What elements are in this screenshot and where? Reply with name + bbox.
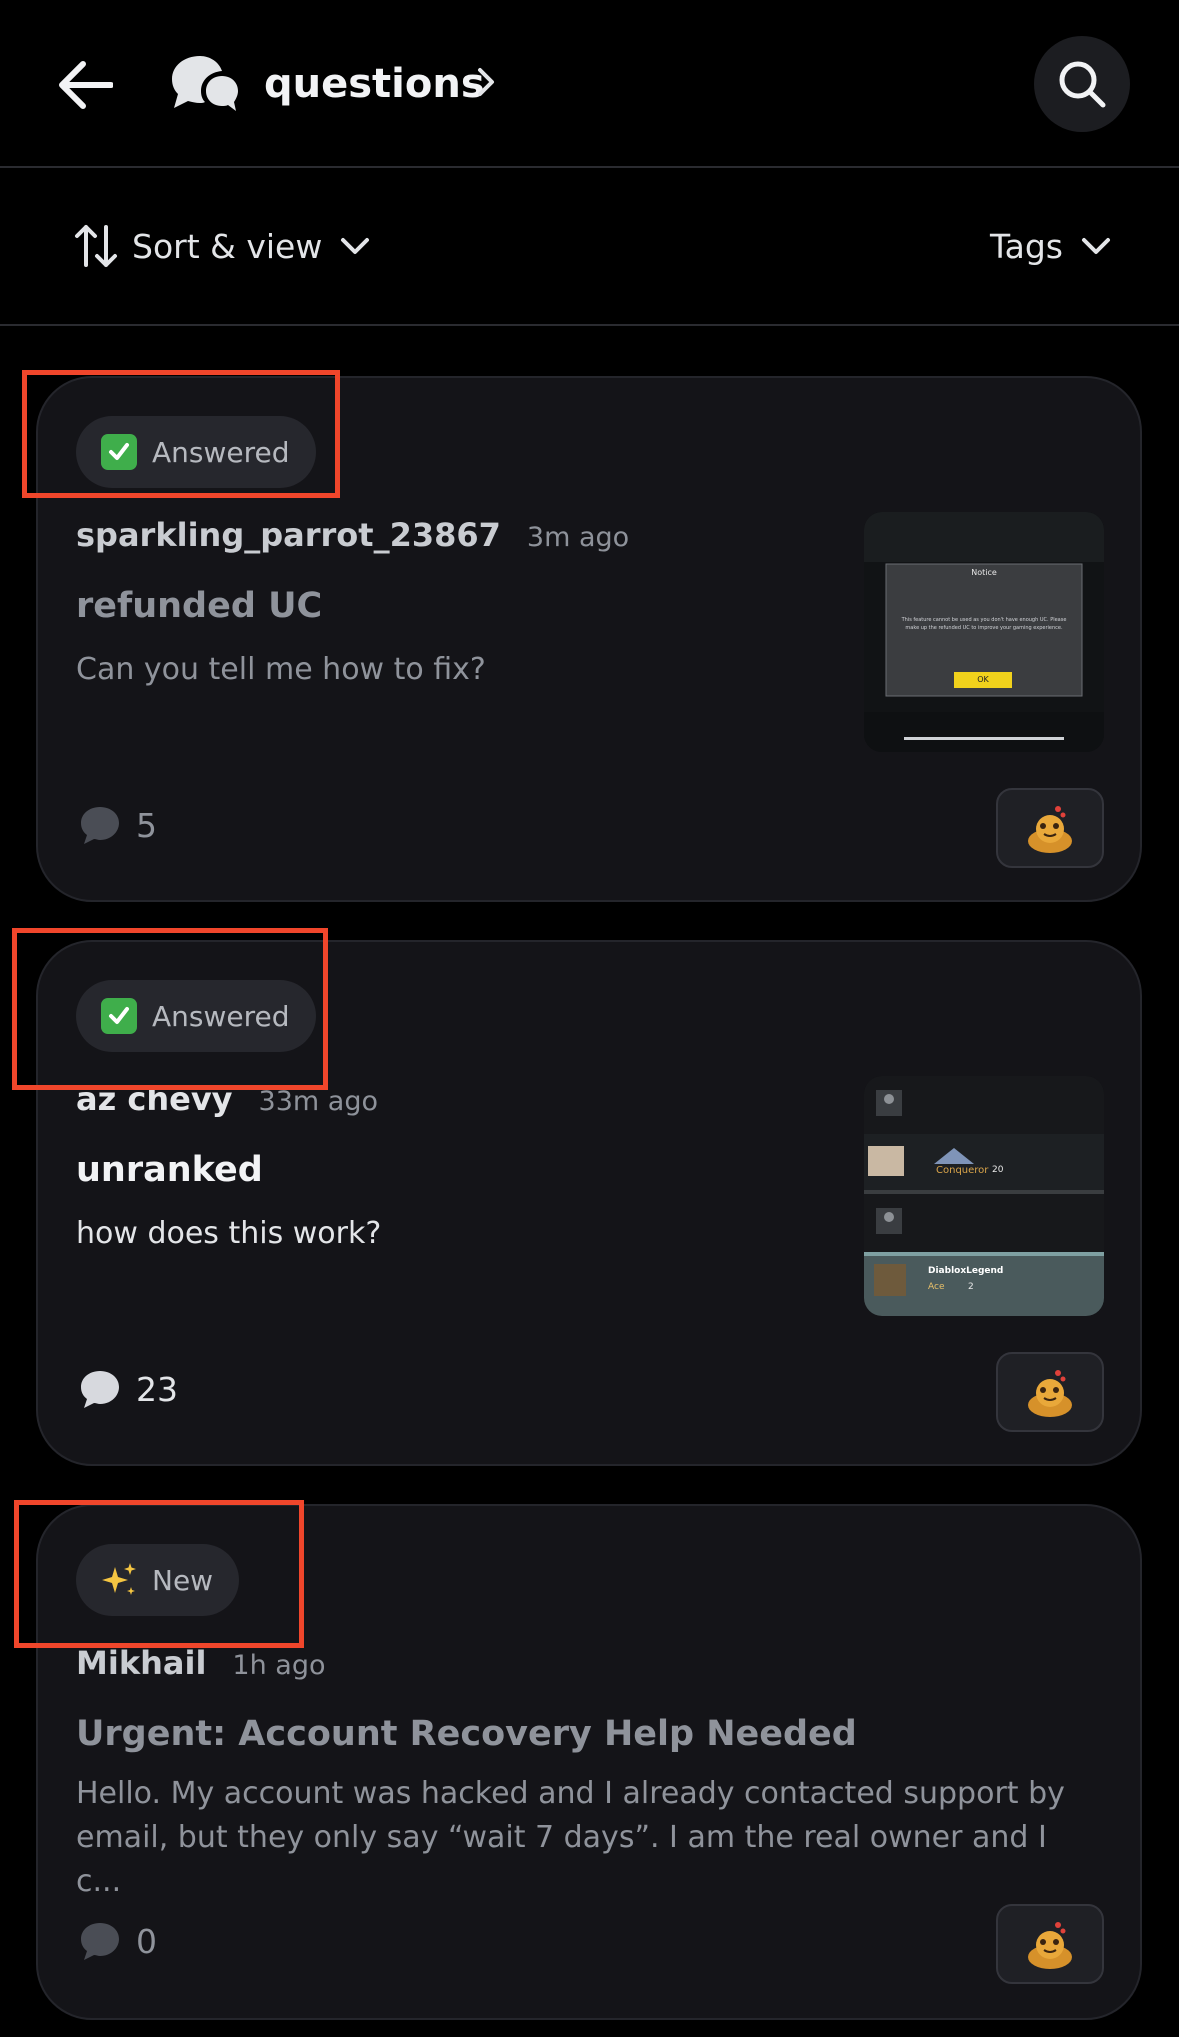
reaction-button[interactable]	[996, 1352, 1104, 1432]
post-meta: az chevy 33m ago	[76, 1080, 378, 1118]
sort-arrows-icon	[75, 225, 117, 267]
thumbnail-heading: Notice	[971, 568, 997, 577]
channel-header: questions	[0, 0, 1179, 168]
sort-view-label: Sort & view	[132, 226, 323, 266]
frog-emoji-icon	[1028, 806, 1072, 853]
comment-count: 5	[78, 804, 157, 846]
answered-tag: Answered	[76, 980, 316, 1052]
answered-tag: Answered	[76, 416, 316, 488]
comment-count: 23	[78, 1368, 178, 1410]
post-preview: Hello. My account was hacked and I alrea…	[76, 1776, 1065, 1899]
thumbnail-ok-button: OK	[954, 672, 1012, 688]
tag-label: Answered	[152, 999, 290, 1033]
comment-count-value: 23	[136, 1369, 178, 1409]
post-preview: how does this work?	[76, 1216, 382, 1251]
comment-count: 0	[78, 1920, 157, 1962]
post-card[interactable]: Answered az chevy 33m ago unranked how d…	[36, 940, 1142, 1466]
post-author: sparkling_parrot_23867	[76, 516, 501, 554]
thumbnail-message: This feature cannot be used as you don't…	[901, 617, 1067, 631]
post-preview: Can you tell me how to fix?	[76, 652, 486, 687]
post-title: unranked	[76, 1150, 263, 1190]
forum-channel-icon	[172, 56, 238, 111]
new-tag: New	[76, 1544, 240, 1616]
sparkles-icon	[102, 1563, 136, 1595]
frog-emoji-icon	[1028, 1922, 1072, 1969]
speech-bubble-icon	[81, 1371, 119, 1408]
post-time: 3m ago	[526, 522, 630, 553]
reaction-button[interactable]	[996, 1904, 1104, 1984]
forum-channel-screen: questions Sort & view Tags Answered spar…	[0, 0, 1179, 2037]
search-icon	[1059, 61, 1106, 108]
post-title: Urgent: Account Recovery Help Needed	[76, 1714, 857, 1754]
thumbnail-rank: Ace	[928, 1282, 945, 1292]
chevron-down-icon	[341, 238, 370, 254]
check-mark-icon	[101, 998, 137, 1034]
frog-emoji-icon	[1028, 1370, 1072, 1417]
post-time: 33m ago	[258, 1086, 378, 1117]
post-author: Mikhail	[76, 1644, 207, 1682]
post-thumbnail[interactable]: Conqueror 20 DiabloxLegend Ace 2	[864, 1076, 1104, 1316]
speech-bubble-icon	[81, 1923, 119, 1960]
chevron-down-icon	[1082, 238, 1110, 254]
chevron-right-icon[interactable]	[472, 62, 502, 102]
arrow-left-icon	[59, 61, 113, 109]
channel-title[interactable]: questions	[264, 52, 485, 116]
post-author: az chevy	[76, 1080, 233, 1118]
tag-label: Answered	[152, 435, 290, 469]
post-time: 1h ago	[232, 1650, 326, 1681]
reaction-button[interactable]	[996, 788, 1104, 868]
filter-toolbar: Sort & view Tags	[0, 168, 1179, 326]
thumbnail-rank: Conqueror	[936, 1165, 989, 1176]
comment-count-value: 5	[136, 805, 157, 845]
thumbnail-player: DiabloxLegend	[928, 1266, 1004, 1276]
tags-label: Tags	[989, 226, 1063, 266]
comment-count-value: 0	[136, 1921, 157, 1961]
back-button[interactable]	[50, 50, 120, 120]
search-button[interactable]	[1034, 36, 1130, 132]
post-title: refunded UC	[76, 586, 323, 626]
sort-view-button[interactable]: Sort & view	[74, 214, 370, 278]
post-meta: Mikhail 1h ago	[76, 1644, 325, 1682]
thumbnail-image	[864, 1076, 1104, 1316]
thumbnail-points: 2	[968, 1282, 974, 1292]
post-card[interactable]: New Mikhail 1h ago Urgent: Account Recov…	[36, 1504, 1142, 2020]
tag-label: New	[152, 1563, 214, 1597]
thumbnail-image	[864, 512, 1104, 752]
post-meta: sparkling_parrot_23867 3m ago	[76, 516, 629, 554]
post-thumbnail[interactable]: Notice This feature cannot be used as yo…	[864, 512, 1104, 752]
speech-bubble-icon	[81, 807, 119, 844]
check-mark-icon	[101, 434, 137, 470]
tags-filter-button[interactable]: Tags	[990, 214, 1111, 278]
post-card[interactable]: Answered sparkling_parrot_23867 3m ago r…	[36, 376, 1142, 902]
thumbnail-points: 20	[992, 1165, 1004, 1175]
